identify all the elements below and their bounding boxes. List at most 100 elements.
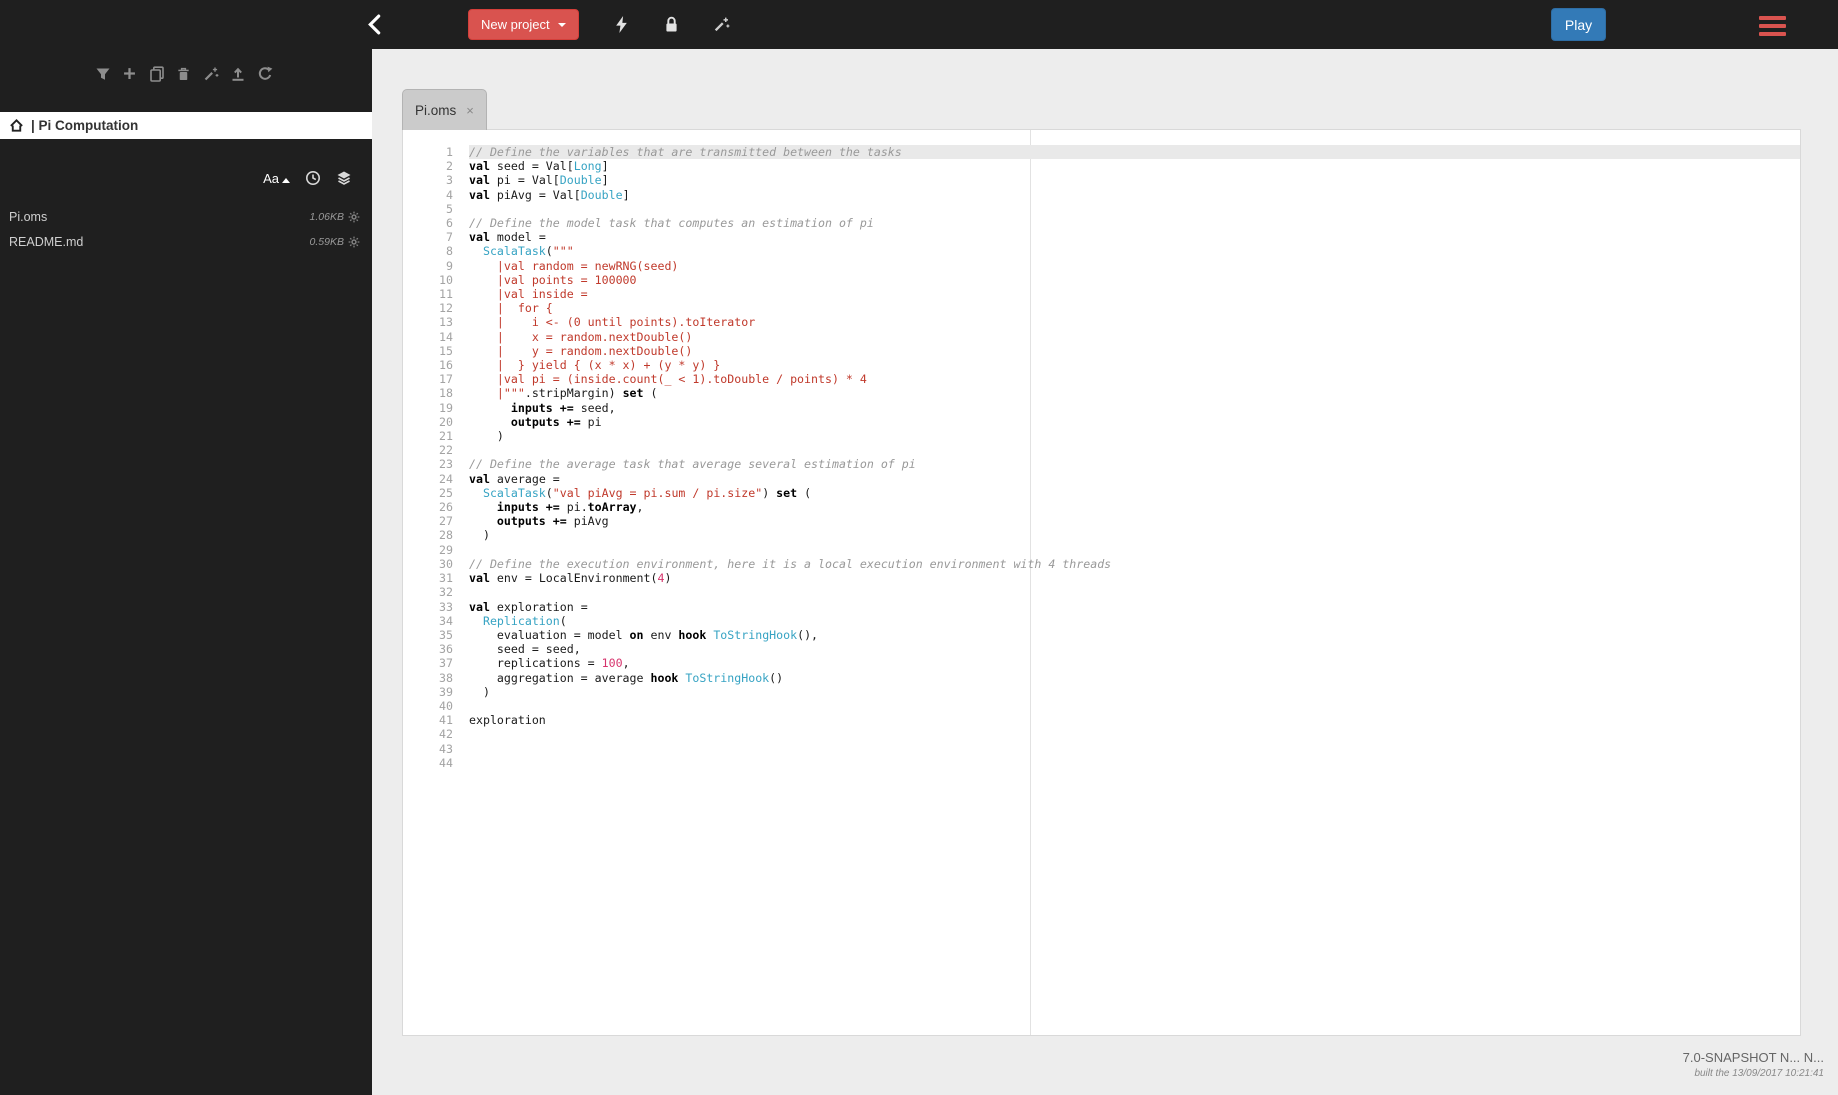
code-line[interactable]: |val points = 100000: [469, 273, 1800, 287]
upload-icon[interactable]: [229, 65, 246, 82]
code-line[interactable]: [469, 699, 1800, 713]
code-token: set: [776, 485, 798, 500]
hamburger-menu-icon[interactable]: [1759, 16, 1786, 36]
line-number: 36: [439, 642, 453, 657]
code-line[interactable]: ): [469, 685, 1800, 699]
code-line[interactable]: seed = seed,: [469, 642, 1800, 656]
code-line[interactable]: Replication(: [469, 614, 1800, 628]
copy-icon[interactable]: [148, 65, 165, 82]
line-number: 39: [439, 684, 453, 699]
filter-icon[interactable]: [94, 65, 111, 82]
code-line[interactable]: | } yield { (x * x) + (y * y) }: [469, 358, 1800, 372]
line-number: 21: [439, 429, 453, 444]
line-number: 27: [439, 514, 453, 529]
refresh-icon[interactable]: [256, 65, 273, 82]
code-token: ]: [601, 159, 609, 174]
line-number: 31: [439, 571, 453, 586]
code-line[interactable]: exploration: [469, 713, 1800, 727]
code-line[interactable]: outputs += piAvg: [469, 514, 1800, 528]
new-project-button[interactable]: New project: [468, 9, 579, 40]
sort-size-icon[interactable]: [336, 170, 352, 186]
code-line[interactable]: |val pi = (inside.count(_ < 1).toDouble …: [469, 372, 1800, 386]
code-line[interactable]: ): [469, 528, 1800, 542]
code-line[interactable]: [469, 727, 1800, 741]
line-number: 37: [439, 656, 453, 671]
trash-icon[interactable]: [175, 65, 192, 82]
code-token: Long: [573, 159, 602, 174]
file-list: Pi.oms 1.06KB README.md 0.59KB: [0, 204, 372, 254]
code-line[interactable]: val average =: [469, 472, 1800, 486]
lightning-icon[interactable]: [614, 15, 629, 33]
tab-close-icon[interactable]: ×: [466, 103, 474, 118]
magic-wand-icon[interactable]: [712, 15, 730, 33]
code-line[interactable]: |""".stripMargin) set (: [469, 386, 1800, 400]
code-line[interactable]: |val random = newRNG(seed): [469, 259, 1800, 273]
home-icon[interactable]: [9, 118, 24, 133]
code-line[interactable]: ): [469, 429, 1800, 443]
code-token: ]: [601, 173, 609, 188]
code-line[interactable]: ScalaTask("val piAvg = pi.sum / pi.size"…: [469, 486, 1800, 500]
sort-controls: Aa: [263, 170, 352, 186]
file-size: 1.06KB: [309, 210, 344, 223]
file-settings-gear-icon[interactable]: [348, 236, 360, 248]
code-line[interactable]: [469, 756, 1800, 770]
code-token: val: [469, 159, 490, 174]
code-lines[interactable]: // Define the variables that are transmi…: [469, 145, 1800, 1035]
code-line[interactable]: aggregation = average hook ToStringHook(…: [469, 671, 1800, 685]
code-line[interactable]: [469, 202, 1800, 216]
code-line[interactable]: val exploration =: [469, 600, 1800, 614]
code-line[interactable]: | for {: [469, 301, 1800, 315]
code-line[interactable]: | x = random.nextDouble(): [469, 330, 1800, 344]
code-line[interactable]: |val inside =: [469, 287, 1800, 301]
code-line[interactable]: // Define the model task that computes a…: [469, 216, 1800, 230]
code-token: """: [552, 244, 574, 259]
tab-pi-oms[interactable]: Pi.oms ×: [402, 89, 487, 130]
code-line[interactable]: inputs += pi.toArray,: [469, 500, 1800, 514]
play-button[interactable]: Play: [1551, 8, 1606, 41]
code-line[interactable]: // Define the variables that are transmi…: [469, 145, 1800, 160]
lock-icon[interactable]: [663, 15, 679, 33]
code-line[interactable]: [469, 543, 1800, 557]
file-row-pi-oms[interactable]: Pi.oms 1.06KB: [0, 204, 372, 229]
line-number: 16: [439, 358, 453, 373]
add-icon[interactable]: [121, 65, 138, 82]
sort-alpha-button[interactable]: Aa: [263, 171, 290, 186]
code-line[interactable]: evaluation = model on env hook ToStringH…: [469, 628, 1800, 642]
code-line[interactable]: replications = 100,: [469, 656, 1800, 670]
code-line[interactable]: val env = LocalEnvironment(4): [469, 571, 1800, 585]
code-line[interactable]: ScalaTask(""": [469, 244, 1800, 258]
code-line[interactable]: [469, 585, 1800, 599]
code-token: toArray: [587, 500, 637, 515]
code-token: replications =: [469, 656, 602, 671]
code-token: aggregation = average: [469, 670, 651, 685]
code-line[interactable]: // Define the execution environment, her…: [469, 557, 1800, 571]
code-editor[interactable]: 1 2 3 4 5 6 7 8 9 10 11 12 13 14 15 16 17 18 19 20 21 22 23 24 2…: [403, 130, 1800, 1035]
code-line[interactable]: | i <- (0 until points).toIterator: [469, 315, 1800, 329]
code-line[interactable]: inputs += seed,: [469, 401, 1800, 415]
code-token: seed = seed,: [469, 642, 581, 657]
code-line[interactable]: outputs += pi: [469, 415, 1800, 429]
code-line[interactable]: [469, 742, 1800, 756]
code-token: ScalaTask: [482, 485, 546, 500]
line-number: 8: [446, 244, 453, 259]
sidebar-toolbar: [94, 65, 273, 82]
code-line[interactable]: // Define the average task that average …: [469, 457, 1800, 471]
back-chevron-icon[interactable]: [364, 13, 384, 35]
wand-icon[interactable]: [202, 65, 219, 82]
file-row-readme-md[interactable]: README.md 0.59KB: [0, 229, 372, 254]
file-settings-gear-icon[interactable]: [348, 211, 360, 223]
code-line[interactable]: val piAvg = Val[Double]: [469, 188, 1800, 202]
code-token: | } yield { (x * x) + (y * y) }: [469, 358, 721, 373]
code-line[interactable]: val pi = Val[Double]: [469, 173, 1800, 187]
code-token: // Define the average task that average …: [469, 457, 916, 472]
sort-time-icon[interactable]: [305, 170, 321, 186]
code-line[interactable]: [469, 443, 1800, 457]
code-token: |val points = 100000: [469, 272, 637, 287]
code-line[interactable]: val model =: [469, 230, 1800, 244]
line-number: 35: [439, 627, 453, 642]
code-line[interactable]: val seed = Val[Long]: [469, 159, 1800, 173]
code-line[interactable]: | y = random.nextDouble(): [469, 344, 1800, 358]
line-numbers: 1 2 3 4 5 6 7 8 9 10 11 12 13 14 15 16 17 18 19 20 21 22 23 24 2…: [403, 145, 453, 1035]
